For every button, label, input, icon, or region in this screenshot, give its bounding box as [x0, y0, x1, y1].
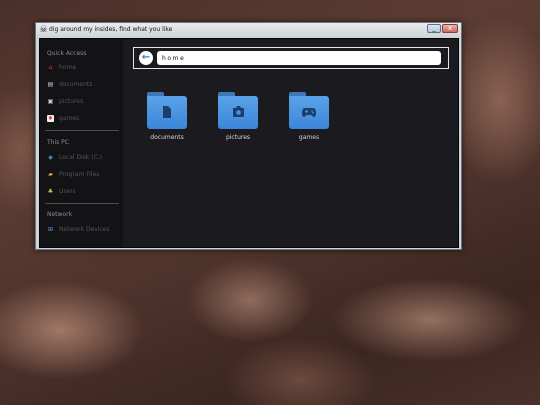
- sidebar-item-users[interactable]: ♣ Users: [47, 186, 76, 196]
- sidebar-item-games[interactable]: ♦ games: [47, 113, 79, 123]
- section-heading-this-pc: This PC: [47, 139, 69, 146]
- users-icon: ♣: [47, 187, 54, 195]
- document-icon: [160, 106, 174, 120]
- sidebar-item-program-files[interactable]: ▰ Program Files: [47, 169, 99, 179]
- minimize-button[interactable]: _: [427, 24, 441, 33]
- sidebar-item-label: Users: [59, 187, 76, 195]
- sidebar-item-pictures[interactable]: ▣ pictures: [47, 96, 83, 106]
- main-pane: ← documents: [123, 39, 458, 247]
- window-content: Quick Access ⌂ home ▤ documents ▣ pictur…: [39, 38, 459, 248]
- folder-pictures[interactable]: pictures: [208, 91, 268, 141]
- sidebar-divider: [45, 203, 119, 204]
- sidebar-item-home[interactable]: ⌂ home: [47, 62, 76, 72]
- navigation-sidebar: Quick Access ⌂ home ▤ documents ▣ pictur…: [40, 39, 123, 247]
- sidebar-item-label: Network Devices: [59, 225, 110, 233]
- window-controls: _ x: [426, 24, 458, 35]
- folder-icon: ▰: [48, 170, 53, 178]
- folder-documents[interactable]: documents: [137, 91, 197, 141]
- sidebar-item-label: home: [59, 63, 77, 71]
- gamepad-icon: [302, 106, 316, 120]
- sidebar-item-local-disk[interactable]: ◈ Local Disk (C:): [47, 152, 102, 162]
- sidebar-item-label: games: [59, 114, 80, 122]
- path-input[interactable]: [157, 51, 441, 65]
- home-icon: ⌂: [48, 63, 53, 71]
- sidebar-item-network-devices[interactable]: ⊞ Network Devices: [47, 224, 110, 234]
- sidebar-item-label: Local Disk (C:): [59, 153, 103, 161]
- sidebar-item-documents[interactable]: ▤ documents: [47, 79, 93, 89]
- sidebar-item-label: pictures: [59, 97, 84, 105]
- folder-icon: [218, 91, 258, 129]
- window-title: dig around my insides, find what you lik…: [49, 26, 173, 33]
- back-arrow-icon[interactable]: ←: [139, 51, 153, 65]
- sidebar-item-label: Program Files: [59, 170, 100, 178]
- folder-games[interactable]: games: [279, 91, 339, 141]
- section-heading-network: Network: [47, 211, 73, 218]
- explorer-window: ☠ dig around my insides, find what you l…: [35, 22, 462, 250]
- picture-icon: ▣: [47, 97, 54, 105]
- sidebar-divider: [45, 130, 119, 131]
- section-heading-quick-access: Quick Access: [47, 50, 87, 57]
- address-bar: ←: [133, 47, 449, 69]
- camera-icon: [231, 106, 245, 120]
- disk-icon: ◈: [48, 153, 53, 161]
- game-icon: ♦: [47, 114, 54, 122]
- sidebar-item-label: documents: [59, 80, 93, 88]
- skull-crossbones-icon: ☠: [39, 25, 48, 35]
- folder-icon: [289, 91, 329, 129]
- folder-label: documents: [150, 134, 184, 141]
- folder-icon: [147, 91, 187, 129]
- document-icon: ▤: [47, 80, 54, 88]
- folder-label: pictures: [225, 134, 251, 141]
- folder-label: games: [298, 134, 320, 141]
- network-icon: ⊞: [47, 225, 54, 233]
- close-button[interactable]: x: [442, 24, 458, 33]
- title-bar[interactable]: ☠ dig around my insides, find what you l…: [36, 23, 461, 38]
